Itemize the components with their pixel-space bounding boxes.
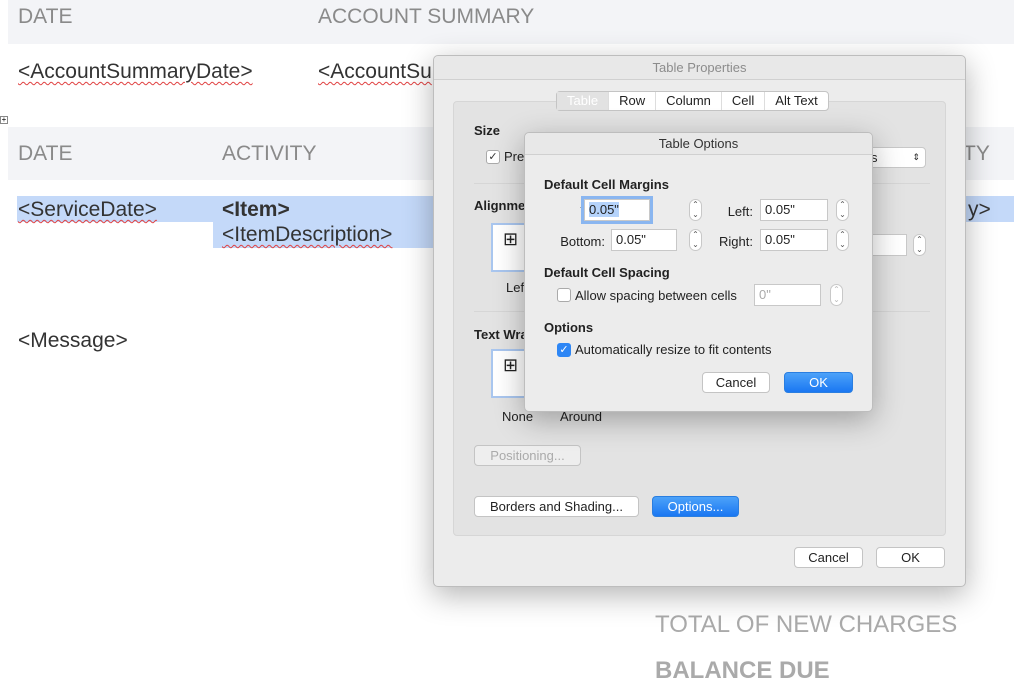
ok-button[interactable]: OK bbox=[876, 547, 945, 568]
indent-field[interactable] bbox=[871, 234, 907, 256]
table-grid-icon: ⊞ bbox=[503, 229, 519, 249]
table-options-dialog: Table Options Default Cell Margins Top: … bbox=[524, 132, 873, 412]
preferred-width-label: Pre bbox=[504, 149, 525, 164]
borders-shading-button[interactable]: Borders and Shading... bbox=[474, 496, 639, 517]
right-stepper[interactable]: ⌃ ⌄ bbox=[836, 229, 849, 251]
alignment-label: Alignme bbox=[474, 198, 526, 213]
cell-spacing-label: Default Cell Spacing bbox=[544, 265, 670, 280]
cell-margins-label: Default Cell Margins bbox=[544, 177, 669, 192]
top-stepper[interactable]: ⌃ ⌄ bbox=[689, 199, 702, 221]
header-date-2: DATE bbox=[18, 142, 73, 165]
allow-spacing-label: Allow spacing between cells bbox=[575, 288, 737, 303]
indent-stepper[interactable]: ⌃ ⌄ bbox=[913, 234, 926, 256]
dialog-title: Table Properties bbox=[434, 56, 965, 80]
options-label: Options bbox=[544, 320, 594, 335]
header-activity: ACTIVITY bbox=[222, 142, 317, 165]
cancel-button[interactable]: Cancel bbox=[794, 547, 863, 568]
allow-spacing-checkbox[interactable] bbox=[557, 288, 571, 302]
left-stepper[interactable]: ⌃ ⌄ bbox=[836, 199, 849, 221]
right-margin-input[interactable]: 0.05" bbox=[760, 229, 828, 251]
account-summary-date-field[interactable]: <AccountSummaryDate> bbox=[18, 60, 253, 84]
header-quantity-partial: TY bbox=[963, 142, 990, 165]
total-new-charges-label: TOTAL OF NEW CHARGES bbox=[655, 611, 958, 638]
ok-button[interactable]: OK bbox=[784, 372, 853, 393]
left-label: Left: bbox=[727, 204, 753, 219]
message-field[interactable]: <Message> bbox=[18, 329, 128, 353]
bottom-margin-input[interactable]: 0.05" bbox=[611, 229, 677, 251]
bottom-label: Bottom: bbox=[560, 234, 605, 249]
tab-table[interactable]: Table bbox=[557, 92, 609, 110]
tab-alt-text[interactable]: Alt Text bbox=[764, 92, 827, 110]
options-button[interactable]: Options... bbox=[652, 496, 739, 517]
bottom-stepper[interactable]: ⌃ ⌄ bbox=[689, 229, 702, 251]
size-label: Size bbox=[474, 123, 501, 138]
item-field[interactable]: <Item> bbox=[222, 198, 290, 222]
right-label: Right: bbox=[719, 234, 753, 249]
auto-resize-label: Automatically resize to fit contents bbox=[575, 342, 772, 357]
table-grid-icon: ⊞ bbox=[503, 355, 519, 375]
preferred-width-checkbox[interactable]: ✓ bbox=[486, 150, 500, 164]
align-left-label: Lef bbox=[506, 280, 525, 295]
tab-bar: Table Row Column Cell Alt Text bbox=[556, 91, 829, 111]
top-margin-input[interactable]: 0.05" bbox=[584, 199, 650, 221]
tab-column[interactable]: Column bbox=[655, 92, 721, 110]
auto-resize-checkbox[interactable]: ✓ bbox=[557, 343, 571, 357]
left-margin-input[interactable]: 0.05" bbox=[760, 199, 828, 221]
spacing-stepper[interactable]: ⌃ ⌄ bbox=[830, 284, 843, 306]
item-description-field[interactable]: <ItemDescription> bbox=[222, 223, 392, 247]
positioning-button[interactable]: Positioning... bbox=[474, 445, 581, 466]
service-date-field[interactable]: <ServiceDate> bbox=[18, 198, 157, 222]
tab-row[interactable]: Row bbox=[608, 92, 655, 110]
balance-due-label: BALANCE DUE bbox=[655, 657, 830, 684]
spacing-input[interactable]: 0" bbox=[754, 284, 821, 306]
header-account-summary: ACCOUNT SUMMARY bbox=[318, 5, 535, 28]
chevron-updown-icon: ⇕ bbox=[912, 152, 920, 162]
tab-cell[interactable]: Cell bbox=[720, 92, 764, 110]
cancel-button[interactable]: Cancel bbox=[702, 372, 770, 393]
account-summary-field[interactable]: <AccountSu bbox=[318, 60, 432, 84]
quantity-field-partial[interactable]: y> bbox=[968, 198, 991, 222]
top-value: 0.05" bbox=[589, 202, 619, 217]
dialog-title: Table Options bbox=[525, 133, 872, 155]
text-wrapping-label: Text Wra bbox=[474, 327, 528, 342]
header-date: DATE bbox=[18, 5, 73, 28]
table-move-handle-icon[interactable]: + bbox=[0, 116, 8, 124]
